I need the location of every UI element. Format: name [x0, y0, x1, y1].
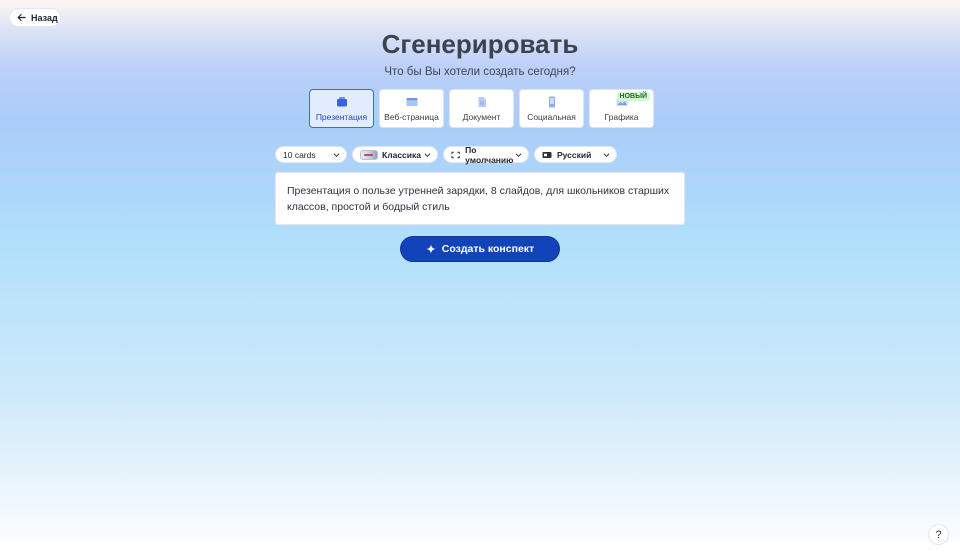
language-icon: [542, 151, 552, 158]
create-outline-button[interactable]: Создать конспект: [400, 236, 560, 262]
type-presentation-label: Презентация: [315, 111, 368, 122]
chevron-down-icon: [333, 153, 340, 157]
content-type-selector: Презентация Веб-страница Документ Социал…: [309, 89, 654, 128]
arrow-left-icon: [17, 14, 26, 21]
type-graphics-label: Графика: [604, 111, 639, 122]
type-presentation[interactable]: Презентация: [309, 89, 374, 128]
type-document-label: Документ: [462, 111, 501, 122]
create-outline-label: Создать конспект: [441, 243, 535, 255]
chevron-down-icon: [603, 153, 610, 157]
back-button[interactable]: Назад: [9, 8, 61, 27]
type-webpage[interactable]: Веб-страница: [379, 89, 444, 128]
card-count-value: 10 cards: [283, 149, 316, 160]
type-webpage-label: Веб-страница: [384, 111, 439, 122]
document-icon: [478, 96, 486, 107]
social-icon: [548, 96, 555, 107]
page-subtitle: Что бы Вы хотели создать сегодня?: [384, 66, 576, 78]
prompt-input[interactable]: Презентация о пользе утренней зарядки, 8…: [275, 172, 685, 225]
type-graphics[interactable]: НОВЫЙ Графика: [589, 89, 654, 128]
theme-select[interactable]: Классика: [352, 146, 438, 163]
sparkle-icon: [426, 244, 436, 254]
theme-value: Классика: [382, 149, 421, 160]
type-social-label: Социальная: [527, 111, 576, 122]
chevron-down-icon: [424, 153, 431, 157]
language-value: Русский: [557, 149, 592, 160]
language-select[interactable]: Русский: [534, 146, 617, 163]
aspect-ratio-icon: [451, 151, 460, 158]
page-title: Сгенерировать: [381, 29, 579, 59]
new-badge: НОВЫЙ: [616, 92, 650, 101]
webpage-icon: [406, 97, 417, 106]
type-social[interactable]: Социальная: [519, 89, 584, 128]
presentation-icon: [336, 96, 347, 106]
dimensions-select[interactable]: По умолчанию: [443, 144, 529, 165]
theme-thumbnail: [360, 149, 378, 160]
dimensions-value: По умолчанию: [465, 144, 514, 165]
generation-options: 10 cards Классика По умолчанию Русский: [275, 144, 617, 165]
type-document[interactable]: Документ: [449, 89, 514, 128]
card-count-select[interactable]: 10 cards: [275, 146, 347, 163]
chevron-down-icon: [515, 153, 522, 157]
back-label: Назад: [31, 12, 58, 23]
help-button[interactable]: ?: [928, 524, 949, 545]
